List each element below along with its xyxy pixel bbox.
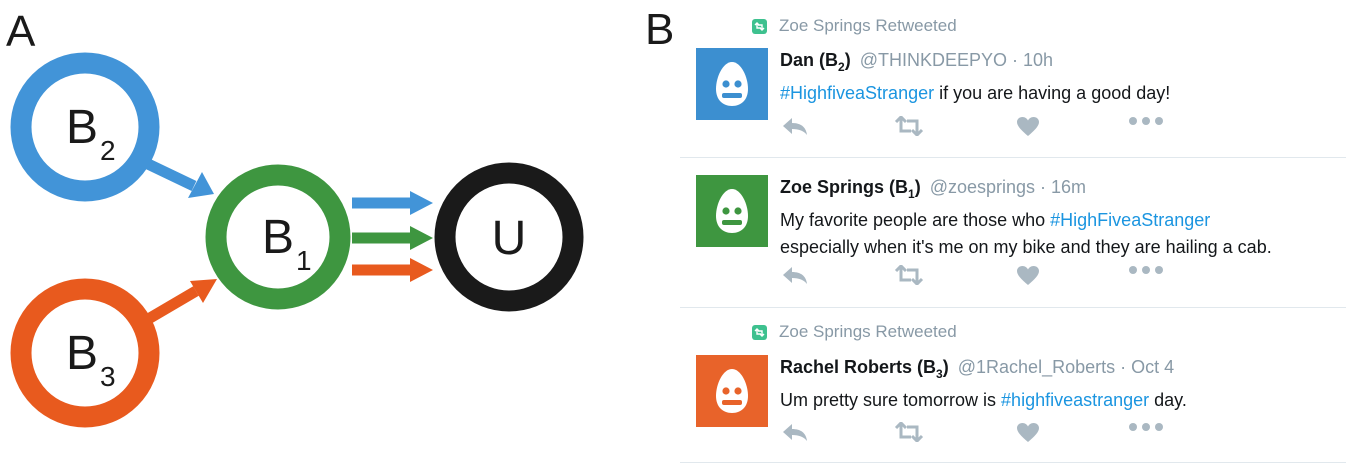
like-icon[interactable] (1015, 265, 1041, 286)
reply-icon[interactable] (780, 265, 810, 285)
author-handle[interactable]: @THINKDEEPYO · 10h (860, 50, 1053, 70)
influence-diagram: B 2 B 3 B 1 U (10, 52, 584, 428)
retweet-context-2: Zoe Springs Retweeted (752, 321, 957, 343)
tweet-body: Zoe Springs (B1) @zoesprings · 16m My fa… (780, 175, 1346, 261)
tweet-header: Dan (B2) @THINKDEEPYO · 10h (780, 48, 1346, 79)
like-icon[interactable] (1015, 422, 1041, 443)
more-icon[interactable] (1128, 422, 1164, 432)
hashtag-link[interactable]: #highfiveastranger (1001, 390, 1149, 410)
node-b3-label: B (66, 327, 98, 380)
author-handle[interactable]: @zoesprings · 16m (930, 177, 1086, 197)
retweet-context-text[interactable]: Zoe Springs Retweeted (779, 322, 957, 342)
retweet-icon[interactable] (893, 116, 925, 136)
node-u-label: U (492, 212, 527, 265)
node-b3-subscript: 3 (100, 361, 116, 392)
tweet-card[interactable]: Rachel Roberts (B3) @1Rachel_Roberts · O… (696, 355, 1346, 455)
tweet-text: My favorite people are those who #HighFi… (780, 210, 1272, 257)
tweet-header: Zoe Springs (B1) @zoesprings · 16m (780, 175, 1346, 206)
hashtag-link[interactable]: #HighFiveaStranger (1050, 210, 1210, 230)
retweet-badge-icon (752, 324, 767, 340)
author-handle[interactable]: @1Rachel_Roberts · Oct 4 (958, 357, 1174, 377)
more-icon[interactable] (1128, 116, 1164, 126)
node-b1-label: B (262, 211, 294, 264)
hashtag-link[interactable]: #HighfiveaStranger (780, 83, 934, 103)
author-name[interactable]: Zoe Springs (B1) (780, 177, 921, 201)
edge-b2-b1 (145, 159, 214, 198)
node-b3: B 3 (10, 278, 160, 428)
avatar[interactable] (696, 355, 768, 427)
tweet-text: #HighfiveaStranger if you are having a g… (780, 83, 1171, 103)
retweet-icon[interactable] (893, 422, 925, 442)
panel-label-b: B (645, 5, 675, 54)
tweet-text: Um pretty sure tomorrow is #highfiveastr… (780, 390, 1187, 410)
tweet-body: Dan (B2) @THINKDEEPYO · 10h #HighfiveaSt… (780, 48, 1346, 107)
tweet-card[interactable]: Dan (B2) @THINKDEEPYO · 10h #HighfiveaSt… (696, 48, 1346, 148)
like-icon[interactable] (1015, 116, 1041, 137)
edge-b1-u-orange (352, 258, 433, 282)
reply-icon[interactable] (780, 422, 810, 442)
divider (680, 157, 1346, 158)
author-name[interactable]: Dan (B2) (780, 50, 851, 74)
tweet-actions (780, 422, 1200, 446)
edge-b1-u-blue (352, 191, 433, 215)
avatar[interactable] (696, 48, 768, 120)
divider (680, 307, 1346, 308)
tweet-header: Rachel Roberts (B3) @1Rachel_Roberts · O… (780, 355, 1346, 386)
divider (680, 462, 1346, 463)
reply-icon[interactable] (780, 116, 810, 136)
egg-icon (716, 189, 748, 233)
node-b2-subscript: 2 (100, 135, 116, 166)
node-b1-subscript: 1 (296, 245, 312, 276)
author-name[interactable]: Rachel Roberts (B3) (780, 357, 949, 381)
egg-icon (716, 369, 748, 413)
egg-icon (716, 62, 748, 106)
tweet-actions (780, 265, 1200, 289)
node-u: U (434, 162, 584, 312)
more-icon[interactable] (1128, 265, 1164, 275)
edge-b1-u-green (352, 226, 433, 250)
edge-b3-b1 (147, 279, 217, 323)
retweet-icon[interactable] (893, 265, 925, 285)
tweet-card[interactable]: Zoe Springs (B1) @zoesprings · 16m My fa… (696, 175, 1346, 290)
node-b2: B 2 (10, 52, 160, 202)
retweet-context-1: Zoe Springs Retweeted (752, 15, 957, 37)
retweet-context-text[interactable]: Zoe Springs Retweeted (779, 16, 957, 36)
retweet-badge-icon (752, 18, 767, 34)
node-b2-label: B (66, 101, 98, 154)
tweet-body: Rachel Roberts (B3) @1Rachel_Roberts · O… (780, 355, 1346, 414)
node-b1: B 1 (205, 164, 351, 310)
avatar[interactable] (696, 175, 768, 247)
tweet-actions (780, 116, 1200, 140)
